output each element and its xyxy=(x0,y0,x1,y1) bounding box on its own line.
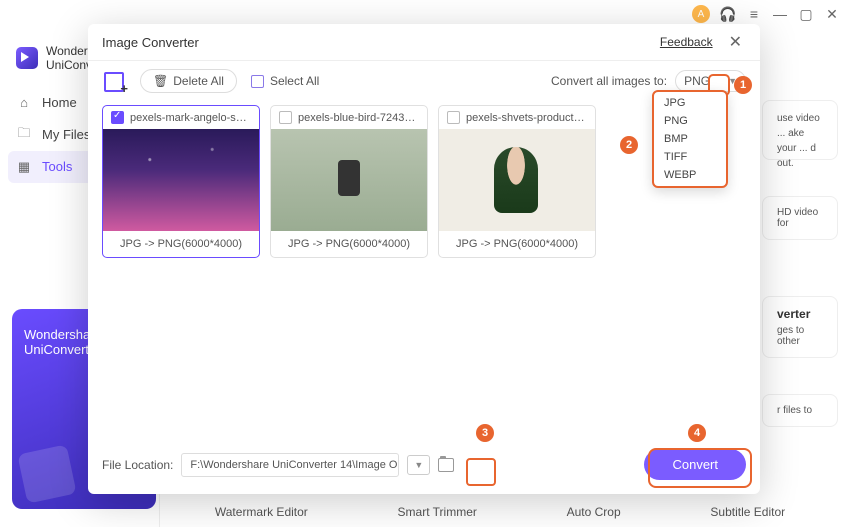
dropdown-option-webp[interactable]: WEBP xyxy=(654,166,726,184)
menu-icon[interactable]: ≡ xyxy=(746,6,762,22)
image-card[interactable]: pexels-blue-bird-7243156... JPG -> PNG(6… xyxy=(270,105,428,258)
callout-4: 4 xyxy=(688,424,706,442)
image-conversion-info: JPG -> PNG(6000*4000) xyxy=(103,231,259,257)
dropdown-option-tiff[interactable]: TIFF xyxy=(654,148,726,166)
image-filename: pexels-mark-angelo-sam... xyxy=(130,112,251,124)
tool-link[interactable]: Auto Crop xyxy=(567,505,621,519)
add-image-icon[interactable] xyxy=(102,70,126,92)
dropdown-option-jpg[interactable]: JPG xyxy=(654,94,726,112)
dropdown-option-bmp[interactable]: BMP xyxy=(654,130,726,148)
modal-title: Image Converter xyxy=(102,35,199,50)
feedback-link[interactable]: Feedback xyxy=(660,35,713,49)
logo-icon xyxy=(16,47,38,69)
image-card[interactable]: pexels-mark-angelo-sam... JPG -> PNG(600… xyxy=(102,105,260,258)
file-location-dropdown[interactable]: ▼ xyxy=(407,455,430,475)
file-location-input[interactable]: F:\Wondershare UniConverter 14\Image Out… xyxy=(181,453,399,477)
image-converter-modal: Image Converter Feedback ✕ 🗑 Delete All … xyxy=(88,24,760,494)
file-location-label: File Location: xyxy=(102,458,173,472)
format-dropdown: JPG PNG BMP TIFF WEBP xyxy=(652,90,728,188)
image-conversion-info: JPG -> PNG(6000*4000) xyxy=(271,231,427,257)
image-checkbox[interactable] xyxy=(447,111,460,124)
maximize-icon[interactable]: ▢ xyxy=(798,6,814,22)
tool-link[interactable]: Smart Trimmer xyxy=(398,505,477,519)
modal-header: Image Converter Feedback ✕ xyxy=(88,24,760,61)
tool-link[interactable]: Watermark Editor xyxy=(215,505,308,519)
format-selected-value: PNG xyxy=(684,74,710,88)
modal-footer: File Location: F:\Wondershare UniConvert… xyxy=(88,439,760,494)
image-filename: pexels-shvets-production... xyxy=(466,112,587,124)
home-icon: ⌂ xyxy=(16,95,32,111)
bg-card: verter ges to other xyxy=(762,296,838,358)
select-all-label: Select All xyxy=(270,74,319,88)
checkbox-icon xyxy=(251,75,264,88)
avatar-icon[interactable]: A xyxy=(692,5,710,23)
image-conversion-info: JPG -> PNG(6000*4000) xyxy=(439,231,595,257)
image-thumbnail xyxy=(271,129,427,231)
sidebar-item-label: My Files xyxy=(42,127,90,142)
tools-icon: ▦ xyxy=(16,159,32,175)
select-all-checkbox[interactable]: Select All xyxy=(251,74,319,88)
sidebar-item-label: Home xyxy=(42,95,77,110)
image-thumbnail xyxy=(439,129,595,231)
callout-2: 2 xyxy=(620,136,638,154)
minimize-icon[interactable]: — xyxy=(772,6,788,22)
image-card[interactable]: pexels-shvets-production... JPG -> PNG(6… xyxy=(438,105,596,258)
folder-icon: 🗀 xyxy=(16,127,32,143)
convert-to-label: Convert all images to: xyxy=(551,74,667,88)
bottom-tools: Watermark Editor Smart Trimmer Auto Crop… xyxy=(170,505,830,519)
callout-3: 3 xyxy=(476,424,494,442)
headset-icon[interactable]: 🎧 xyxy=(720,6,736,22)
tool-link[interactable]: Subtitle Editor xyxy=(710,505,785,519)
callout-1: 1 xyxy=(734,76,752,94)
sidebar-item-label: Tools xyxy=(42,159,72,174)
promo-art-icon xyxy=(17,444,76,503)
open-folder-icon[interactable] xyxy=(438,458,454,472)
image-checkbox[interactable] xyxy=(279,111,292,124)
delete-all-label: Delete All xyxy=(173,74,224,88)
image-thumbnail xyxy=(103,129,259,231)
image-checkbox[interactable] xyxy=(111,111,124,124)
bg-card: HD video for xyxy=(762,196,838,240)
dropdown-option-png[interactable]: PNG xyxy=(654,112,726,130)
close-window-icon[interactable]: ✕ xyxy=(824,6,840,22)
close-icon[interactable]: ✕ xyxy=(725,32,746,52)
delete-all-button[interactable]: 🗑 Delete All xyxy=(140,69,237,93)
bg-card: use video ... ake your ... d out. xyxy=(762,100,838,160)
convert-button[interactable]: Convert xyxy=(644,449,746,480)
trash-icon: 🗑 xyxy=(153,74,168,88)
image-filename: pexels-blue-bird-7243156... xyxy=(298,112,419,124)
bg-card: r files to xyxy=(762,394,838,427)
